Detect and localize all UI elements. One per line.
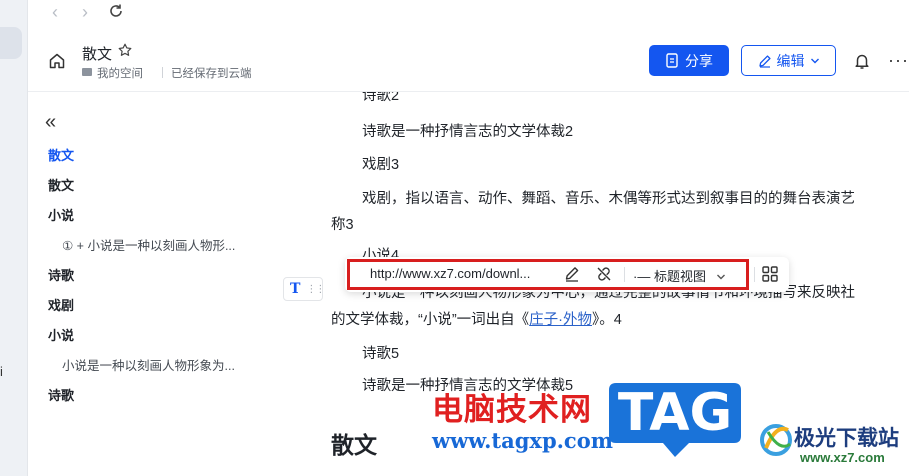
breadcrumb-space[interactable]: 我的空间 xyxy=(97,65,143,81)
back-icon[interactable]: ‹ xyxy=(46,3,64,21)
outline-item[interactable]: 小说 xyxy=(48,325,74,344)
share-doc-icon xyxy=(666,53,678,68)
tag-logo-text: TAG xyxy=(617,383,733,443)
doc-paragraph-cont: 称3 xyxy=(331,217,354,233)
unlink-icon[interactable] xyxy=(595,265,613,283)
block-handle[interactable]: T ⋮⋮ xyxy=(283,277,325,301)
collapse-outline-icon[interactable]: « xyxy=(45,112,56,132)
save-status: 已经保存到云端 xyxy=(171,68,252,80)
home-icon[interactable] xyxy=(48,52,66,70)
outline-item[interactable]: 戏剧 xyxy=(48,295,74,314)
watermark-url: www.tagxp.com xyxy=(432,428,613,453)
doc-header: 散文 我的空间 已经保存到云端 分享 编辑 ··· xyxy=(28,26,909,92)
outline-item[interactable]: 诗歌 xyxy=(48,265,74,284)
view-select[interactable]: ·— 标题视图 xyxy=(633,266,726,285)
bell-icon[interactable] xyxy=(853,52,871,70)
share-button[interactable]: 分享 xyxy=(649,45,729,76)
jiguang-url: www.xz7.com xyxy=(800,450,885,465)
jiguang-text: 极光下载站 xyxy=(794,427,899,450)
doc-paragraph: 戏剧，指以语言、动作、舞蹈、音乐、木偶等形式达到叙事目的的舞台表演艺 xyxy=(362,191,855,207)
pencil-icon xyxy=(758,54,771,68)
outline-item[interactable]: 小说是一种以刻画人物形象为... xyxy=(62,355,235,374)
star-icon[interactable] xyxy=(118,43,132,57)
edit-link-icon[interactable] xyxy=(563,265,581,283)
link-toolbar: http://www.xz7.com/downl... ·— 标题视图 xyxy=(345,257,789,292)
doc-heading-line: 诗歌5 xyxy=(362,346,400,362)
page-title: 散文 xyxy=(82,46,113,63)
text-type-icon: T xyxy=(290,281,301,297)
outline-item[interactable]: 散文 xyxy=(48,145,74,164)
divider xyxy=(162,67,163,78)
outline-item[interactable]: 散文 xyxy=(48,175,74,194)
jiguang-logo: 极光下载站 www.xz7.com xyxy=(758,418,908,474)
edit-label: 编辑 xyxy=(776,52,805,69)
doc-paragraph-cont: 的文学体裁，“小说”一词出自《庄子·外物》。4 xyxy=(331,308,622,329)
edit-button[interactable]: 编辑 xyxy=(741,45,836,76)
app-side-tab[interactable] xyxy=(0,27,22,59)
doc-heading-line: 戏剧3 xyxy=(362,157,400,173)
doc-text: 的文学体裁，“小说”一词出自《 xyxy=(331,312,530,328)
app-side-strip: i xyxy=(0,0,28,476)
card-view-icon[interactable] xyxy=(761,265,779,283)
share-label: 分享 xyxy=(685,52,713,69)
more-icon[interactable]: ··· xyxy=(888,50,909,71)
drag-handle-icon[interactable]: ⋮⋮ xyxy=(306,284,325,295)
doc-link[interactable]: 庄子·外物 xyxy=(529,312,592,328)
title-view-icon: ·— xyxy=(633,269,651,284)
folder-icon xyxy=(82,68,92,76)
forward-icon[interactable]: › xyxy=(76,3,94,21)
doc-paragraph: 诗歌是一种抒情言志的文学体裁2 xyxy=(362,124,574,140)
toolbar-divider xyxy=(624,267,625,282)
tag-logo: TAG xyxy=(603,380,747,460)
doc-text: 》。4 xyxy=(592,312,622,328)
chevron-down-icon xyxy=(716,269,726,284)
outline-item[interactable]: ① + 小说是一种以刻画人物形... xyxy=(62,235,235,254)
chevron-down-icon xyxy=(810,58,819,63)
app-side-marker: i xyxy=(0,364,3,379)
toolbar-divider xyxy=(754,267,755,282)
browser-nav: ‹ › xyxy=(28,0,909,26)
outline-sidebar: « 散文 散文 小说 ① + 小说是一种以刻画人物形... 诗歌 戏剧 小说 小… xyxy=(28,92,290,476)
outline-item[interactable]: 诗歌 xyxy=(48,385,74,404)
watermark-text: 电脑技术网 xyxy=(432,392,592,428)
view-label: 标题视图 xyxy=(653,269,706,284)
outline-item[interactable]: 小说 xyxy=(48,205,74,224)
refresh-icon[interactable] xyxy=(107,3,125,21)
link-url[interactable]: http://www.xz7.com/downl... xyxy=(370,266,550,281)
doc-heading: 散文 xyxy=(331,432,377,458)
doc-heading-line: 诗歌2 xyxy=(362,92,400,104)
